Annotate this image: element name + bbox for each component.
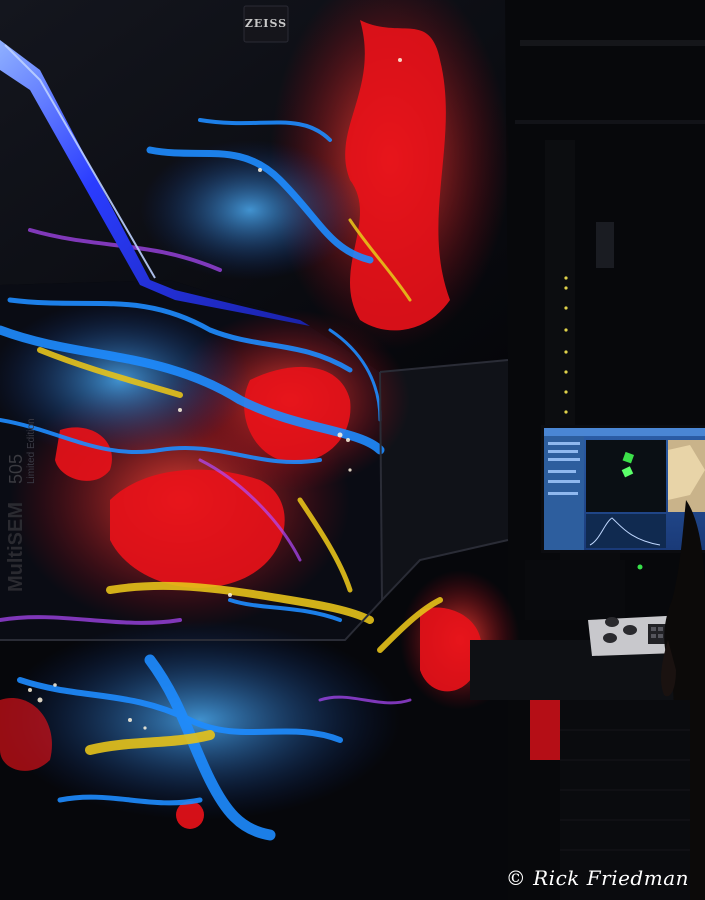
svg-text:Limited Edition: Limited Edition bbox=[26, 418, 37, 484]
photo-credit: © Rick Friedman bbox=[505, 866, 689, 890]
power-led bbox=[637, 564, 643, 570]
svg-text:MultiSEM: MultiSEM bbox=[5, 502, 27, 592]
svg-text:ZEISS: ZEISS bbox=[245, 17, 287, 30]
photo-scene: ZEISS MultiSEM 505 Limited Edition bbox=[0, 0, 705, 900]
zeiss-logo: ZEISS bbox=[243, 5, 289, 43]
svg-text:505: 505 bbox=[6, 454, 26, 484]
